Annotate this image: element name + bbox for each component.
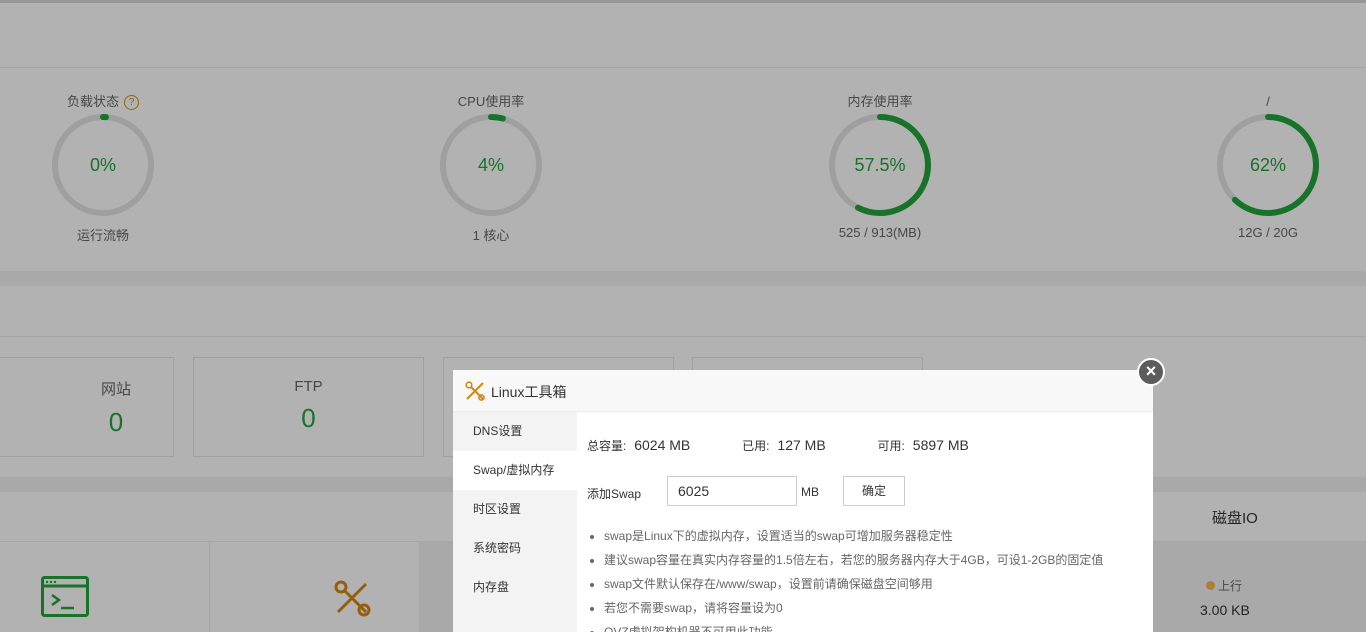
tip-item: 若您不需要swap，请将容量设为0 [604, 596, 1103, 620]
tab-system-password[interactable]: 系统密码 [453, 529, 577, 568]
free-value: 5897 MB [912, 437, 969, 453]
unit-label: MB [801, 485, 819, 499]
tip-item: 建议swap容量在真实内存容量的1.5倍左右，若您的服务器内存大于4GB，可设1… [604, 548, 1103, 572]
swap-panel: 总容量: 6024 MB 已用: 127 MB 可用: 5897 MB 添加Sw… [577, 412, 1153, 632]
tools-icon [465, 381, 485, 401]
total-value: 6024 MB [634, 437, 691, 453]
tip-item: swap是Linux下的虚拟内存，设置适当的swap可增加服务器稳定性 [604, 524, 1103, 548]
confirm-button[interactable]: 确定 [843, 476, 905, 506]
swap-tips: swap是Linux下的虚拟内存，设置适当的swap可增加服务器稳定性 建议sw… [587, 524, 1103, 632]
free-label: 可用: [877, 439, 905, 453]
close-dialog-button[interactable]: × [1137, 358, 1165, 386]
used-value: 127 MB [777, 437, 826, 453]
dialog-header: Linux工具箱 [453, 370, 1153, 412]
tab-swap[interactable]: Swap/虚拟内存 [453, 451, 577, 490]
swap-size-input[interactable] [667, 476, 797, 506]
tab-ramdisk[interactable]: 内存盘 [453, 568, 577, 607]
tip-item: OVZ虚拟架构机器不可用此功能 [604, 620, 1103, 632]
dialog-sidebar: DNS设置 Swap/虚拟内存 时区设置 系统密码 内存盘 [453, 412, 577, 632]
total-label: 总容量: [587, 439, 627, 453]
linux-toolbox-dialog: Linux工具箱 DNS设置 Swap/虚拟内存 时区设置 系统密码 内存盘 总… [453, 370, 1153, 632]
tab-timezone[interactable]: 时区设置 [453, 490, 577, 529]
dialog-title: Linux工具箱 [491, 384, 567, 400]
used-label: 已用: [742, 439, 770, 453]
tab-dns[interactable]: DNS设置 [453, 412, 577, 451]
add-swap-label: 添加Swap [587, 487, 642, 501]
swap-capacity: 总容量: 6024 MB 已用: 127 MB 可用: 5897 MB [587, 437, 969, 454]
tip-item: swap文件默认保存在/www/swap，设置前请确保磁盘空间够用 [604, 572, 1103, 596]
